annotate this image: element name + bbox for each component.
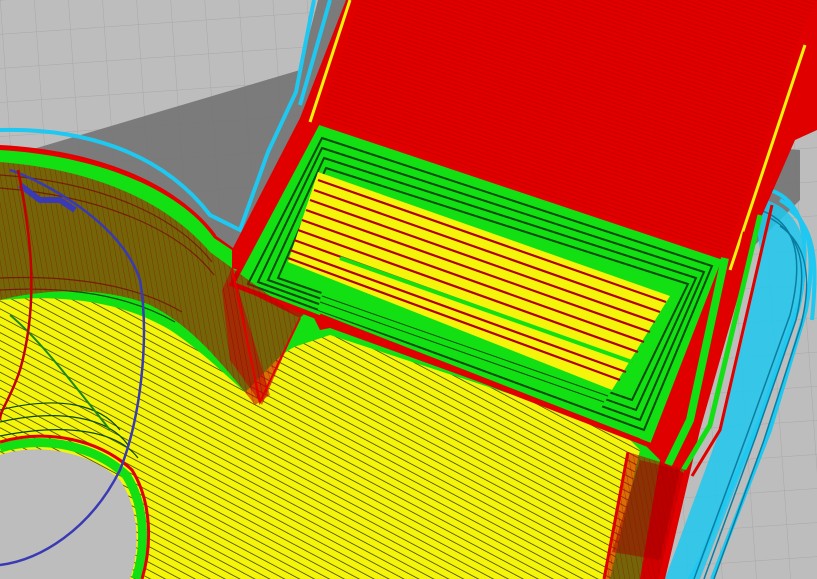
print-preview-scene[interactable] — [0, 0, 817, 579]
layer-view-viewport[interactable] — [0, 0, 817, 579]
